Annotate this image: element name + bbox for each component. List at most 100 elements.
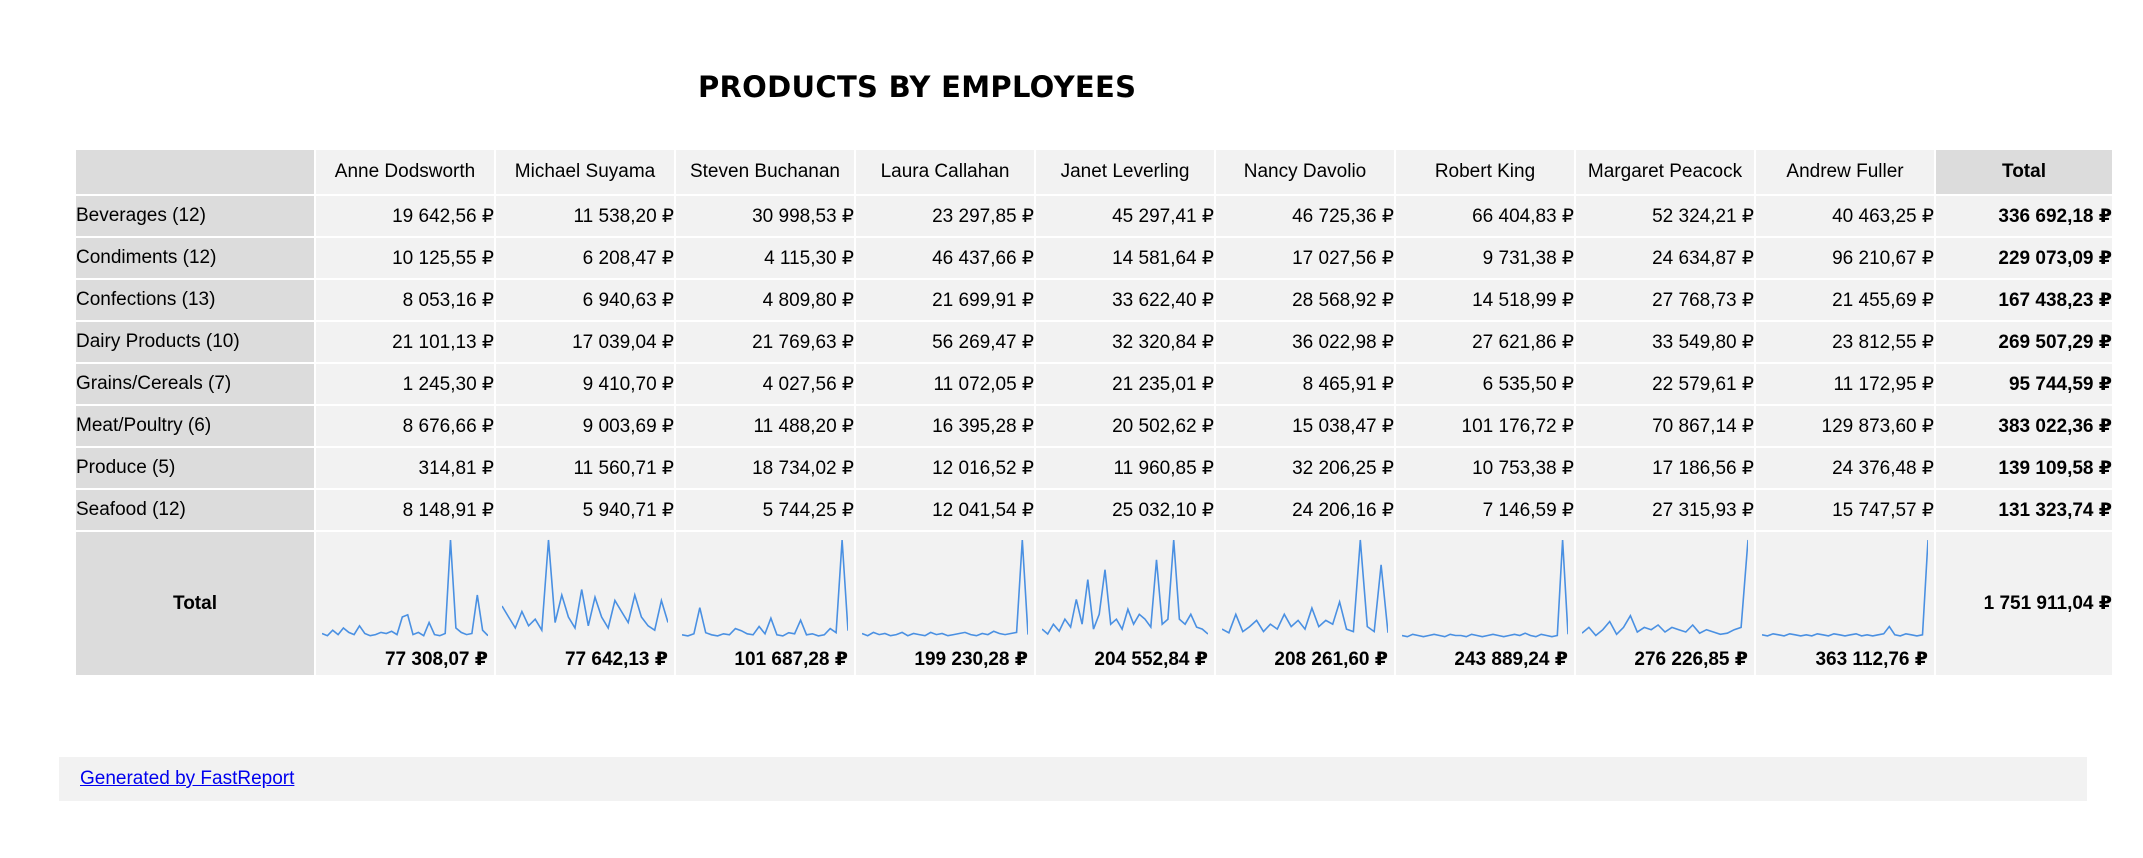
column-header: Nancy Davolio (1214, 148, 1396, 196)
generated-by-link[interactable]: Generated by FastReport (80, 768, 294, 790)
column-total-cell: 363 112,76 ₽ (1754, 530, 1936, 677)
table-cell: 23 297,85 ₽ (854, 194, 1036, 238)
corner-cell (74, 148, 316, 196)
table-cell: 8 053,16 ₽ (314, 278, 496, 322)
sparkline-series (1402, 539, 1568, 638)
row-total-cell: 229 073,09 ₽ (1934, 236, 2114, 280)
footer-bar: Generated by FastReport (59, 757, 2087, 801)
table-cell: 32 206,25 ₽ (1214, 446, 1396, 490)
table-cell: 11 538,20 ₽ (494, 194, 676, 238)
table-cell: 20 502,62 ₽ (1034, 404, 1216, 448)
table-cell: 46 437,66 ₽ (854, 236, 1036, 280)
row-header: Dairy Products (10) (74, 320, 316, 364)
row-header: Produce (5) (74, 446, 316, 490)
table-row: Grains/Cereals (7) 1 245,30 ₽9 410,70 ₽4 … (74, 362, 2114, 406)
report-title: PRODUCTS BY EMPLOYEES (698, 70, 1137, 104)
row-header: Confections (13) (74, 278, 316, 322)
table-cell: 21 769,63 ₽ (674, 320, 856, 364)
table-cell: 6 208,47 ₽ (494, 236, 676, 280)
table-cell: 101 176,72 ₽ (1394, 404, 1576, 448)
column-total-value: 243 889,24 ₽ (1454, 649, 1568, 670)
table-cell: 40 463,25 ₽ (1754, 194, 1936, 238)
totals-row: Total 77 308,07 ₽ 77 642,13 ₽ 101 687,28… (74, 530, 2114, 677)
row-total-cell: 167 438,23 ₽ (1934, 278, 2114, 322)
column-header: Margaret Peacock (1574, 148, 1756, 196)
table-cell: 10 125,55 ₽ (314, 236, 496, 280)
sparkline-chart (1582, 539, 1748, 637)
row-total-cell: 95 744,59 ₽ (1934, 362, 2114, 406)
table-cell: 21 699,91 ₽ (854, 278, 1036, 322)
table-cell: 12 041,54 ₽ (854, 488, 1036, 532)
table-cell: 17 186,56 ₽ (1574, 446, 1756, 490)
column-header: Janet Leverling (1034, 148, 1216, 196)
sparkline-chart (322, 539, 488, 637)
table-cell: 21 101,13 ₽ (314, 320, 496, 364)
column-header: Anne Dodsworth (314, 148, 496, 196)
table-cell: 24 634,87 ₽ (1574, 236, 1756, 280)
table-cell: 30 998,53 ₽ (674, 194, 856, 238)
table-cell: 45 297,41 ₽ (1034, 194, 1216, 238)
sparkline-chart (1762, 539, 1928, 637)
column-total-cell: 243 889,24 ₽ (1394, 530, 1576, 677)
sparkline-series (1042, 539, 1208, 636)
row-header: Grains/Cereals (7) (74, 362, 316, 406)
table-cell: 15 038,47 ₽ (1214, 404, 1396, 448)
table-cell: 28 568,92 ₽ (1214, 278, 1396, 322)
column-total-value: 101 687,28 ₽ (734, 649, 848, 670)
table-cell: 96 210,67 ₽ (1754, 236, 1936, 280)
table-cell: 8 148,91 ₽ (314, 488, 496, 532)
row-header: Meat/Poultry (6) (74, 404, 316, 448)
table-cell: 22 579,61 ₽ (1574, 362, 1756, 406)
table-cell: 27 315,93 ₽ (1574, 488, 1756, 532)
column-header: Steven Buchanan (674, 148, 856, 196)
table-row: Dairy Products (10) 21 101,13 ₽17 039,04 … (74, 320, 2114, 364)
column-header: Robert King (1394, 148, 1576, 196)
column-header: Michael Suyama (494, 148, 676, 196)
table-cell: 17 027,56 ₽ (1214, 236, 1396, 280)
table-row: Condiments (12) 10 125,55 ₽6 208,47 ₽4 11… (74, 236, 2114, 280)
column-total-cell: 204 552,84 ₽ (1034, 530, 1216, 677)
total-column-header: Total (1934, 148, 2114, 196)
table-row: Confections (13) 8 053,16 ₽6 940,63 ₽4 80… (74, 278, 2114, 322)
column-total-value: 276 226,85 ₽ (1634, 649, 1748, 670)
table-cell: 11 560,71 ₽ (494, 446, 676, 490)
row-total-cell: 139 109,58 ₽ (1934, 446, 2114, 490)
table-cell: 9 410,70 ₽ (494, 362, 676, 406)
column-total-value: 204 552,84 ₽ (1094, 649, 1208, 670)
sparkline-series (1762, 539, 1928, 637)
table-cell: 1 245,30 ₽ (314, 362, 496, 406)
row-total-cell: 131 323,74 ₽ (1934, 488, 2114, 532)
table-cell: 33 622,40 ₽ (1034, 278, 1216, 322)
table-cell: 32 320,84 ₽ (1034, 320, 1216, 364)
row-header: Condiments (12) (74, 236, 316, 280)
table-cell: 129 873,60 ₽ (1754, 404, 1936, 448)
column-total-cell: 276 226,85 ₽ (1574, 530, 1756, 677)
totals-row-label: Total (74, 530, 316, 677)
table-cell: 11 172,95 ₽ (1754, 362, 1936, 406)
column-header: Laura Callahan (854, 148, 1036, 196)
column-total-value: 199 230,28 ₽ (914, 649, 1028, 670)
table-row: Meat/Poultry (6) 8 676,66 ₽9 003,69 ₽11 4… (74, 404, 2114, 448)
row-total-cell: 269 507,29 ₽ (1934, 320, 2114, 364)
table-cell: 36 022,98 ₽ (1214, 320, 1396, 364)
grand-total: 1 751 911,04 ₽ (1934, 530, 2114, 677)
table-cell: 21 235,01 ₽ (1034, 362, 1216, 406)
sparkline-chart (1222, 539, 1388, 634)
column-total-cell: 77 308,07 ₽ (314, 530, 496, 677)
column-total-value: 208 261,60 ₽ (1274, 649, 1388, 670)
table-cell: 6 940,63 ₽ (494, 278, 676, 322)
table-cell: 14 581,64 ₽ (1034, 236, 1216, 280)
sparkline-chart (862, 539, 1028, 637)
table-cell: 52 324,21 ₽ (1574, 194, 1756, 238)
table-cell: 5 940,71 ₽ (494, 488, 676, 532)
table-cell: 15 747,57 ₽ (1754, 488, 1936, 532)
table-cell: 70 867,14 ₽ (1574, 404, 1756, 448)
table-cell: 9 003,69 ₽ (494, 404, 676, 448)
sparkline-series (1222, 539, 1388, 634)
sparkline-series (862, 539, 1028, 637)
column-total-cell: 77 642,13 ₽ (494, 530, 676, 677)
table-cell: 4 027,56 ₽ (674, 362, 856, 406)
column-total-cell: 199 230,28 ₽ (854, 530, 1036, 677)
table-cell: 27 768,73 ₽ (1574, 278, 1756, 322)
sparkline-series (1582, 539, 1748, 637)
